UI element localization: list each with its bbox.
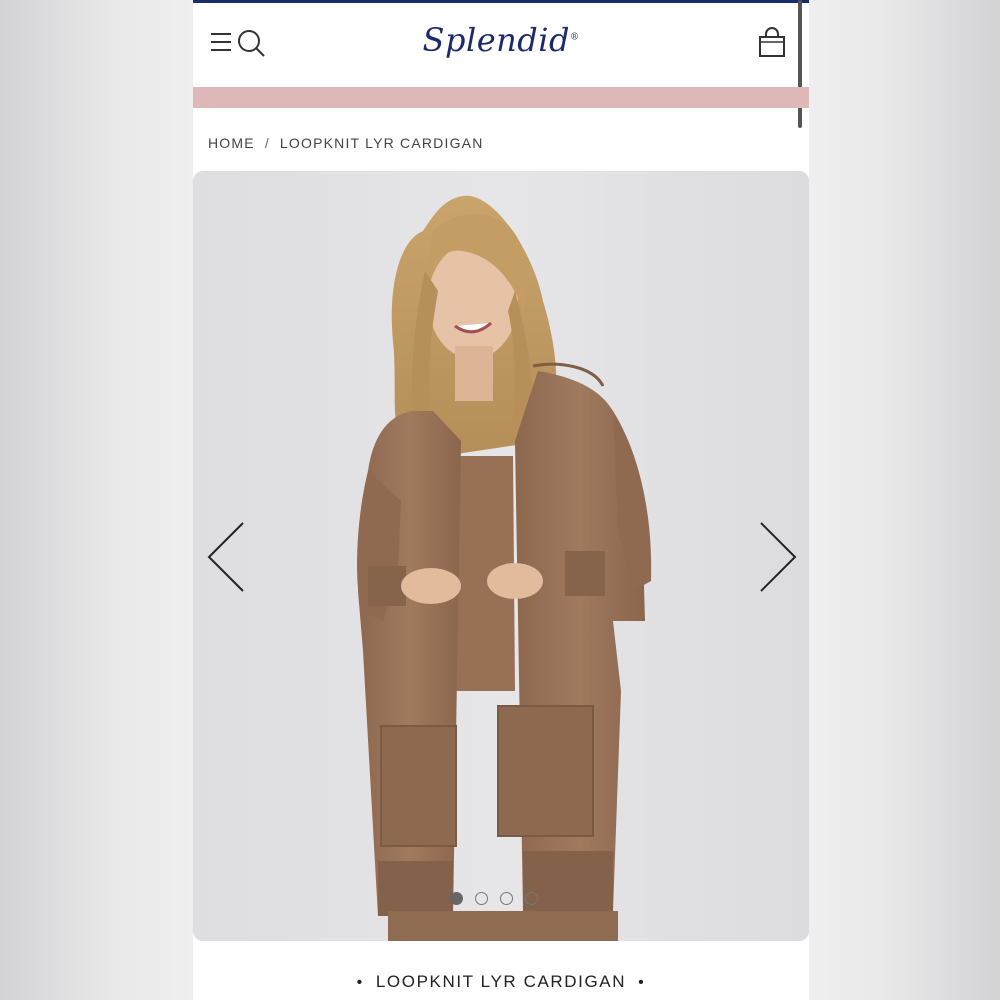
product-photo <box>193 171 809 941</box>
background-left <box>0 0 192 1000</box>
breadcrumb-current: LOOPKNIT LYR CARDIGAN <box>279 135 484 151</box>
promo-banner <box>193 87 809 108</box>
cart-button[interactable] <box>757 27 787 59</box>
carousel-pagination <box>450 892 538 905</box>
logo-registered-mark: ® <box>569 32 580 43</box>
next-image-button[interactable] <box>755 519 799 595</box>
title-bullet-left: • <box>356 974 364 991</box>
breadcrumb-separator: / <box>264 135 270 151</box>
shopping-bag-icon[interactable] <box>757 27 787 59</box>
carousel-dot[interactable] <box>475 892 488 905</box>
product-image-carousel[interactable] <box>193 171 809 941</box>
site-header: Splendid® <box>193 3 809 87</box>
carousel-dot[interactable] <box>500 892 513 905</box>
product-title-text: LOOPKNIT LYR CARDIGAN <box>375 972 627 991</box>
chevron-right-icon[interactable] <box>755 519 799 595</box>
brand-logo[interactable]: Splendid® <box>193 21 809 59</box>
product-title: • LOOPKNIT LYR CARDIGAN • <box>193 972 809 992</box>
carousel-dot[interactable] <box>525 892 538 905</box>
chevron-left-icon[interactable] <box>205 519 249 595</box>
title-bullet-right: • <box>638 974 646 991</box>
breadcrumb-home-link[interactable]: HOME <box>208 135 255 151</box>
previous-image-button[interactable] <box>205 519 249 595</box>
mobile-page: Splendid® HOME / LOOPKNIT LYR CARDIGAN •… <box>193 0 809 1000</box>
breadcrumb: HOME / LOOPKNIT LYR CARDIGAN <box>208 133 484 153</box>
background-right <box>808 0 1000 1000</box>
logo-text: Splendid <box>422 21 570 59</box>
carousel-dot[interactable] <box>450 892 463 905</box>
scrollbar[interactable] <box>798 0 802 128</box>
